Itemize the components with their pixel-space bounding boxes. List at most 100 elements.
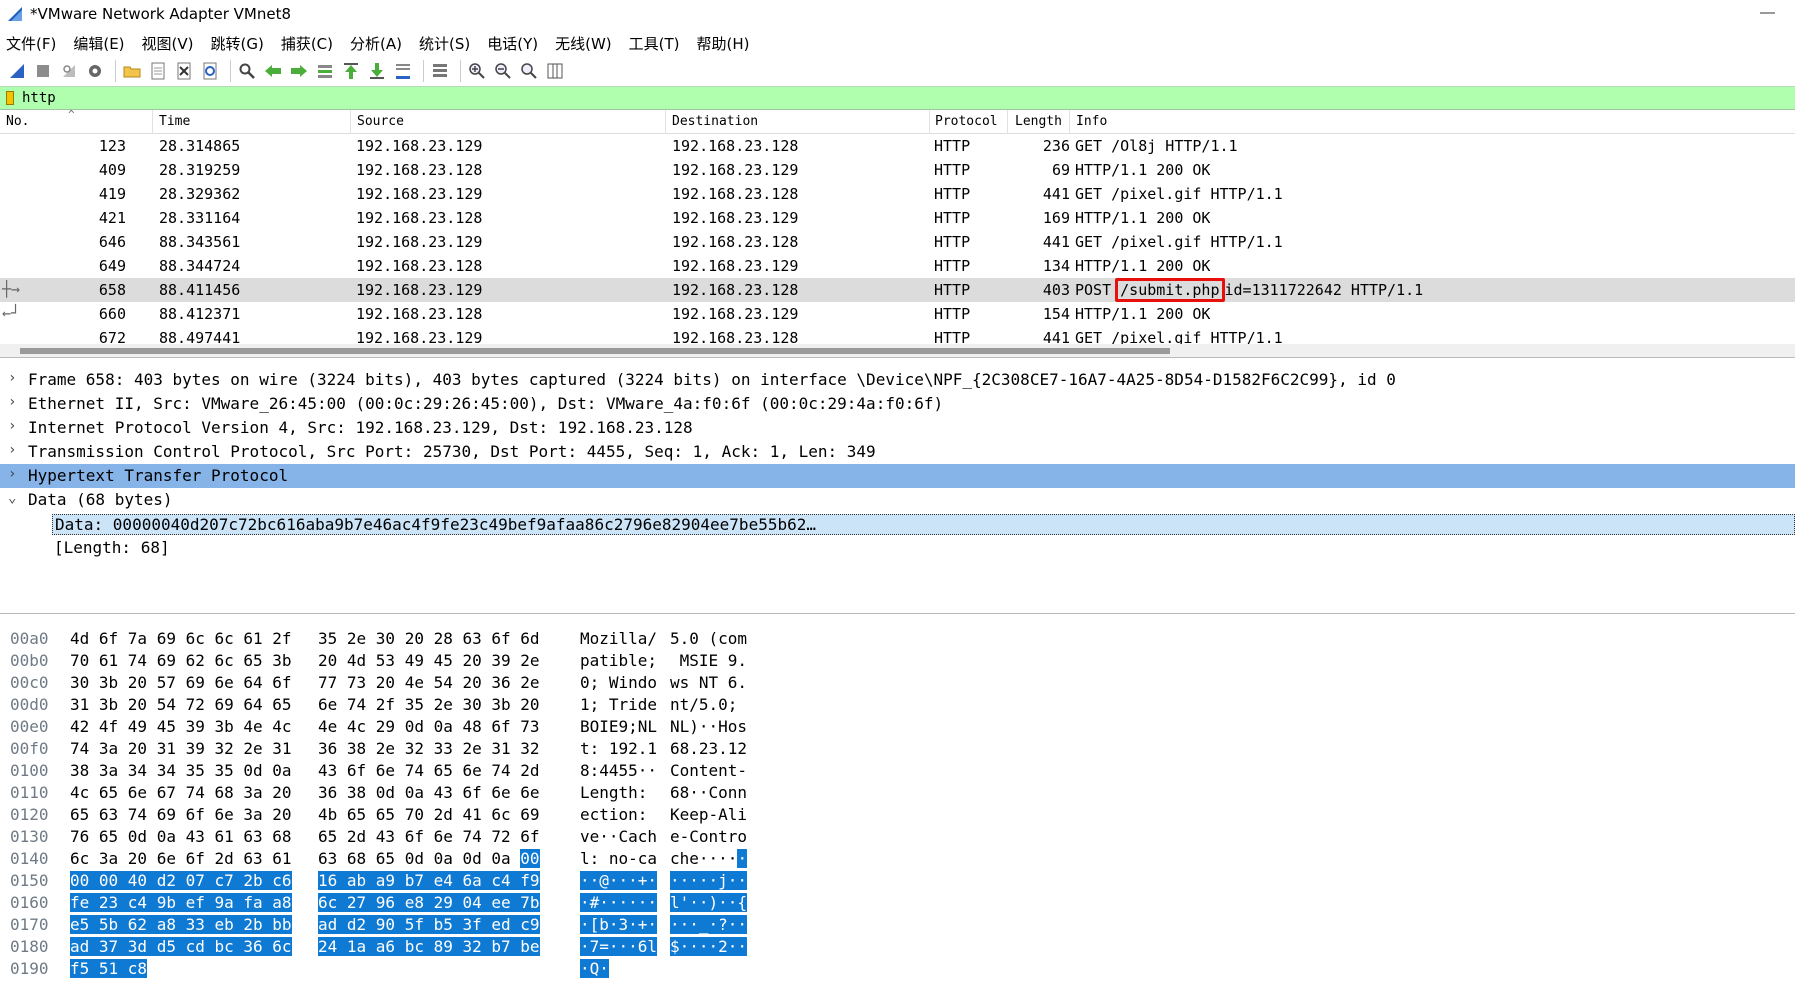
- packet-row[interactable]: 123 28.314865 192.168.23.129 192.168.23.…: [0, 134, 1795, 158]
- expand-chevron-icon[interactable]: ›: [8, 394, 16, 410]
- byte-row[interactable]: 0100 38 3a 34 34 35 35 0d 0a 43 6f 6e 74 6…: [0, 760, 1795, 782]
- hex-group-1: 38 3a 34 34 35 35 0d 0a: [70, 760, 292, 782]
- column-header-time[interactable]: Time: [159, 114, 190, 129]
- zoom-out-icon[interactable]: [492, 60, 514, 82]
- column-divider[interactable]: [929, 110, 930, 134]
- colorize-icon[interactable]: [429, 60, 451, 82]
- menu-help[interactable]: 帮助(H): [697, 33, 750, 54]
- packet-row-selected[interactable]: ┼→ 658 88.411456 192.168.23.129 192.168.…: [0, 278, 1795, 302]
- close-file-icon[interactable]: [173, 60, 195, 82]
- reload-icon[interactable]: [199, 60, 221, 82]
- byte-row[interactable]: 0180 ad 37 3d d5 cd bc 36 6c 24 1a a6 bc 8…: [0, 936, 1795, 958]
- ascii-group-2: ·····j··: [670, 870, 748, 892]
- byte-row[interactable]: 00f0 74 3a 20 31 39 32 2e 31 36 38 2e 32 3…: [0, 738, 1795, 760]
- ascii-group-1-plain: 1; Tride: [580, 695, 658, 714]
- byte-row[interactable]: 00d0 31 3b 20 54 72 69 64 65 6e 74 2f 35 2…: [0, 694, 1795, 716]
- detail-frame[interactable]: › Frame 658: 403 bytes on wire (3224 bit…: [0, 368, 1795, 392]
- byte-row[interactable]: 0120 65 63 74 69 6f 6e 3a 20 4b 65 65 70 2…: [0, 804, 1795, 826]
- byte-row[interactable]: 00e0 42 4f 49 45 39 3b 4e 4c 4e 4c 29 0d 0…: [0, 716, 1795, 738]
- hex-group-2: 4e 4c 29 0d 0a 48 6f 73: [318, 716, 540, 738]
- menu-tools[interactable]: 工具(T): [629, 33, 680, 54]
- column-divider[interactable]: [350, 110, 351, 134]
- menu-capture[interactable]: 捕获(C): [281, 33, 333, 54]
- menu-go[interactable]: 跳转(G): [211, 33, 264, 54]
- go-to-packet-icon[interactable]: [314, 60, 336, 82]
- column-header-info[interactable]: Info: [1076, 114, 1107, 129]
- shark-fin-start-icon[interactable]: [6, 60, 28, 82]
- packet-list-header: No. ^ Time Source Destination Protocol L…: [0, 110, 1795, 134]
- go-first-icon[interactable]: [340, 60, 362, 82]
- packet-row[interactable]: 419 28.329362 192.168.23.129 192.168.23.…: [0, 182, 1795, 206]
- byte-offset: 0190: [10, 959, 49, 978]
- ascii-group-1: Length:: [580, 782, 657, 804]
- column-header-length[interactable]: Length: [1015, 114, 1062, 129]
- detail-tcp[interactable]: › Transmission Control Protocol, Src Por…: [0, 440, 1795, 464]
- menu-edit[interactable]: 编辑(E): [73, 33, 124, 54]
- expand-chevron-icon[interactable]: ›: [8, 370, 16, 386]
- column-header-protocol[interactable]: Protocol: [935, 114, 998, 129]
- filter-bookmark-icon[interactable]: [6, 91, 14, 105]
- column-divider[interactable]: [1007, 110, 1008, 134]
- ascii-group-2-plain: e-Contro: [670, 827, 748, 846]
- column-divider[interactable]: [665, 110, 666, 134]
- display-filter-input[interactable]: [22, 90, 1722, 106]
- byte-row[interactable]: 0170 e5 5b 62 a8 33 eb 2b bb ad d2 90 5f b…: [0, 914, 1795, 936]
- save-file-icon[interactable]: [147, 60, 169, 82]
- ascii-group-2-selected: ···_·?··: [670, 915, 748, 934]
- byte-row[interactable]: 0130 76 65 0d 0a 43 61 63 68 65 2d 43 6f 6…: [0, 826, 1795, 848]
- detail-data-length[interactable]: [Length: 68]: [0, 536, 1795, 560]
- byte-row[interactable]: 00c0 30 3b 20 57 69 6e 64 6f 77 73 20 4e 5…: [0, 672, 1795, 694]
- menu-view[interactable]: 视图(V): [142, 33, 194, 54]
- stop-square-icon[interactable]: [32, 60, 54, 82]
- hex-group-1-selected: ad 37 3d d5 cd bc 36 6c: [70, 937, 292, 956]
- menu-wireless[interactable]: 无线(W): [555, 33, 612, 54]
- scrollbar-thumb[interactable]: [20, 348, 1170, 354]
- find-magnifier-icon[interactable]: [236, 60, 258, 82]
- go-forward-arrow-icon[interactable]: [288, 60, 310, 82]
- packet-row[interactable]: 646 88.343561 192.168.23.129 192.168.23.…: [0, 230, 1795, 254]
- byte-row[interactable]: 0140 6c 3a 20 6e 6f 2d 63 61 63 68 65 0d 0…: [0, 848, 1795, 870]
- autoscroll-icon[interactable]: [392, 60, 414, 82]
- menu-statistics[interactable]: 统计(S): [419, 33, 470, 54]
- go-last-icon[interactable]: [366, 60, 388, 82]
- resize-columns-icon[interactable]: [544, 60, 566, 82]
- hex-group-2-selected: ad d2 90 5f b5 3f ed c9: [318, 915, 540, 934]
- detail-ip[interactable]: › Internet Protocol Version 4, Src: 192.…: [0, 416, 1795, 440]
- detail-text: Transmission Control Protocol, Src Port:…: [28, 442, 876, 461]
- collapse-chevron-icon[interactable]: ⌄: [8, 490, 16, 506]
- restart-icon[interactable]: [58, 60, 80, 82]
- column-header-source[interactable]: Source: [357, 114, 404, 129]
- expand-chevron-icon[interactable]: ›: [8, 418, 16, 434]
- byte-row[interactable]: 0110 4c 65 6e 67 74 68 3a 20 36 38 0d 0a 4…: [0, 782, 1795, 804]
- open-folder-icon[interactable]: [121, 60, 143, 82]
- detail-data[interactable]: ⌄ Data (68 bytes): [0, 488, 1795, 512]
- byte-row[interactable]: 0160 fe 23 c4 9b ef 9a fa a8 6c 27 96 e8 2…: [0, 892, 1795, 914]
- detail-ethernet[interactable]: › Ethernet II, Src: VMware_26:45:00 (00:…: [0, 392, 1795, 416]
- packet-row[interactable]: 649 88.344724 192.168.23.128 192.168.23.…: [0, 254, 1795, 278]
- byte-row[interactable]: 00b0 70 61 74 69 62 6c 65 3b 20 4d 53 49 4…: [0, 650, 1795, 672]
- detail-data-value[interactable]: Data: 00000040d207c72bc616aba9b7e46ac4f9…: [0, 512, 1795, 536]
- byte-row[interactable]: 00a0 4d 6f 7a 69 6c 6c 61 2f 35 2e 30 20 2…: [0, 628, 1795, 650]
- ascii-group-1: ··@···+·: [580, 870, 658, 892]
- expand-chevron-icon[interactable]: ›: [8, 466, 16, 482]
- byte-row[interactable]: 0150 00 00 40 d2 07 c7 2b c6 16 ab a9 b7 e…: [0, 870, 1795, 892]
- zoom-in-icon[interactable]: [466, 60, 488, 82]
- go-back-arrow-icon[interactable]: [262, 60, 284, 82]
- zoom-normal-icon[interactable]: [518, 60, 540, 82]
- menu-telephony[interactable]: 电话(Y): [487, 33, 538, 54]
- column-header-no[interactable]: No.: [6, 114, 29, 129]
- menu-file[interactable]: 文件(F): [6, 33, 56, 54]
- column-header-destination[interactable]: Destination: [672, 114, 758, 129]
- detail-http[interactable]: › Hypertext Transfer Protocol: [0, 464, 1795, 488]
- packet-list-horizontal-scrollbar[interactable]: [0, 344, 1795, 357]
- packet-row[interactable]: 421 28.331164 192.168.23.128 192.168.23.…: [0, 206, 1795, 230]
- options-gear-icon[interactable]: [84, 60, 106, 82]
- menu-analyze[interactable]: 分析(A): [350, 33, 402, 54]
- column-divider[interactable]: [1069, 110, 1070, 134]
- byte-row[interactable]: 0190 f5 51 c8 ·Q·: [0, 958, 1795, 980]
- minimize-button[interactable]: —: [1760, 4, 1775, 21]
- packet-row[interactable]: 409 28.319259 192.168.23.128 192.168.23.…: [0, 158, 1795, 182]
- expand-chevron-icon[interactable]: ›: [8, 442, 16, 458]
- column-divider[interactable]: [152, 110, 153, 134]
- packet-row[interactable]: ←┘ 660 88.412371 192.168.23.128 192.168.…: [0, 302, 1795, 326]
